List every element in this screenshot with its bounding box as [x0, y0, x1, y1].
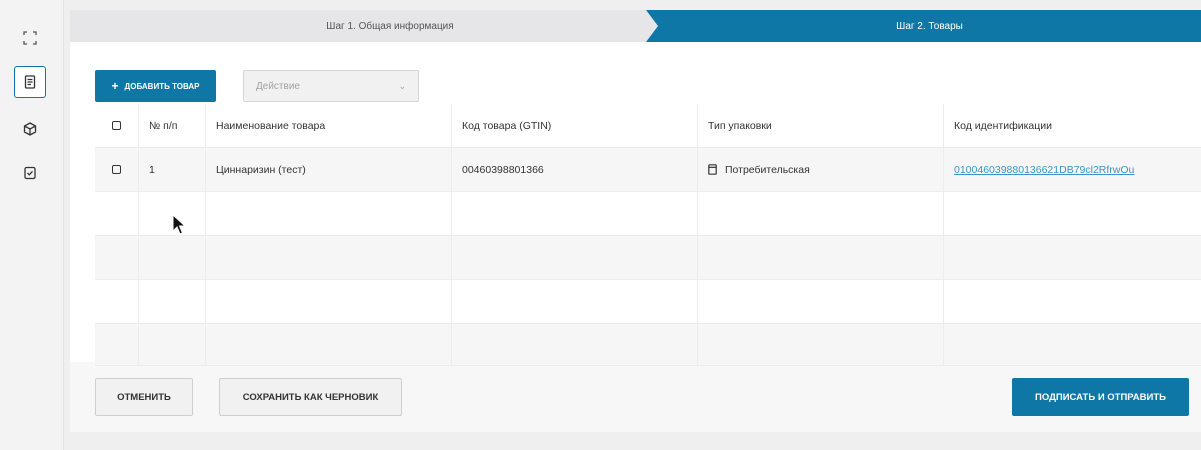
table-row-empty	[95, 280, 1201, 324]
action-select-placeholder: Действие	[256, 80, 300, 92]
row-checkbox[interactable]	[112, 165, 121, 174]
table-row[interactable]: 1 Циннаризин (тест) 00460398801366 Потре…	[95, 148, 1201, 192]
row-package-cell: Потребительская	[698, 148, 944, 191]
products-card: + ДОБАВИТЬ ТОВАР Действие ⌄ № п/п Наимен…	[70, 42, 1201, 432]
form-footer: ОТМЕНИТЬ СОХРАНИТЬ КАК ЧЕРНОВИК ПОДПИСАТ…	[70, 362, 1201, 432]
row-name: Циннаризин (тест)	[206, 148, 452, 191]
step-1-label: Шаг 1. Общая информация	[326, 20, 454, 32]
identification-code-link[interactable]: 010046039880136621DB79cl2RfrwOu	[954, 164, 1134, 176]
cancel-button[interactable]: ОТМЕНИТЬ	[95, 378, 193, 416]
step-2-label: Шаг 2. Товары	[896, 20, 963, 32]
row-package: Потребительская	[725, 163, 810, 176]
header-num[interactable]: № п/п	[139, 104, 206, 147]
expand-icon	[23, 31, 37, 45]
row-select-cell	[95, 148, 139, 191]
header-package[interactable]: Тип упаковки	[698, 104, 944, 147]
plus-icon: +	[111, 79, 119, 93]
row-code-cell: 010046039880136621DB79cl2RfrwOu	[944, 148, 1201, 191]
add-product-button[interactable]: + ДОБАВИТЬ ТОВАР	[95, 70, 216, 102]
sidebar	[0, 0, 64, 450]
products-panel: + ДОБАВИТЬ ТОВАР Действие ⌄ № п/п Наимен…	[70, 42, 1201, 366]
header-gtin[interactable]: Код товара (GTIN)	[452, 104, 698, 147]
package-icon	[708, 164, 717, 175]
row-num: 1	[139, 148, 206, 191]
sidebar-item-documents[interactable]	[14, 66, 46, 98]
row-gtin: 00460398801366	[452, 148, 698, 191]
table-row-empty	[95, 324, 1201, 366]
header-code[interactable]: Код идентификации	[944, 104, 1201, 147]
chevron-down-icon: ⌄	[398, 80, 406, 91]
step-2[interactable]: Шаг 2. Товары	[646, 10, 1201, 42]
select-all-checkbox[interactable]	[112, 121, 121, 130]
mouse-cursor-icon	[172, 214, 187, 235]
document-icon	[24, 75, 36, 89]
table-header: № п/п Наименование товара Код товара (GT…	[95, 104, 1201, 148]
add-product-label: ДОБАВИТЬ ТОВАР	[124, 81, 200, 91]
checklist-icon	[24, 166, 36, 180]
table-row-empty	[95, 192, 1201, 236]
stepper: Шаг 1. Общая информация Шаг 2. Товары	[70, 10, 1201, 42]
products-table: № п/п Наименование товара Код товара (GT…	[95, 104, 1201, 366]
header-name[interactable]: Наименование товара	[206, 104, 452, 147]
main-area: Шаг 1. Общая информация Шаг 2. Товары + …	[64, 0, 1201, 450]
box-icon	[23, 122, 37, 136]
select-all-cell	[95, 104, 139, 147]
table-row-empty	[95, 236, 1201, 280]
sidebar-item-products[interactable]	[14, 113, 46, 145]
sign-and-send-button[interactable]: ПОДПИСАТЬ И ОТПРАВИТЬ	[1012, 378, 1189, 416]
save-draft-button[interactable]: СОХРАНИТЬ КАК ЧЕРНОВИК	[219, 378, 402, 416]
step-1[interactable]: Шаг 1. Общая информация	[70, 10, 710, 42]
sidebar-item-tasks[interactable]	[14, 157, 46, 189]
sidebar-item-expand[interactable]	[14, 22, 46, 54]
action-select[interactable]: Действие ⌄	[243, 70, 419, 102]
